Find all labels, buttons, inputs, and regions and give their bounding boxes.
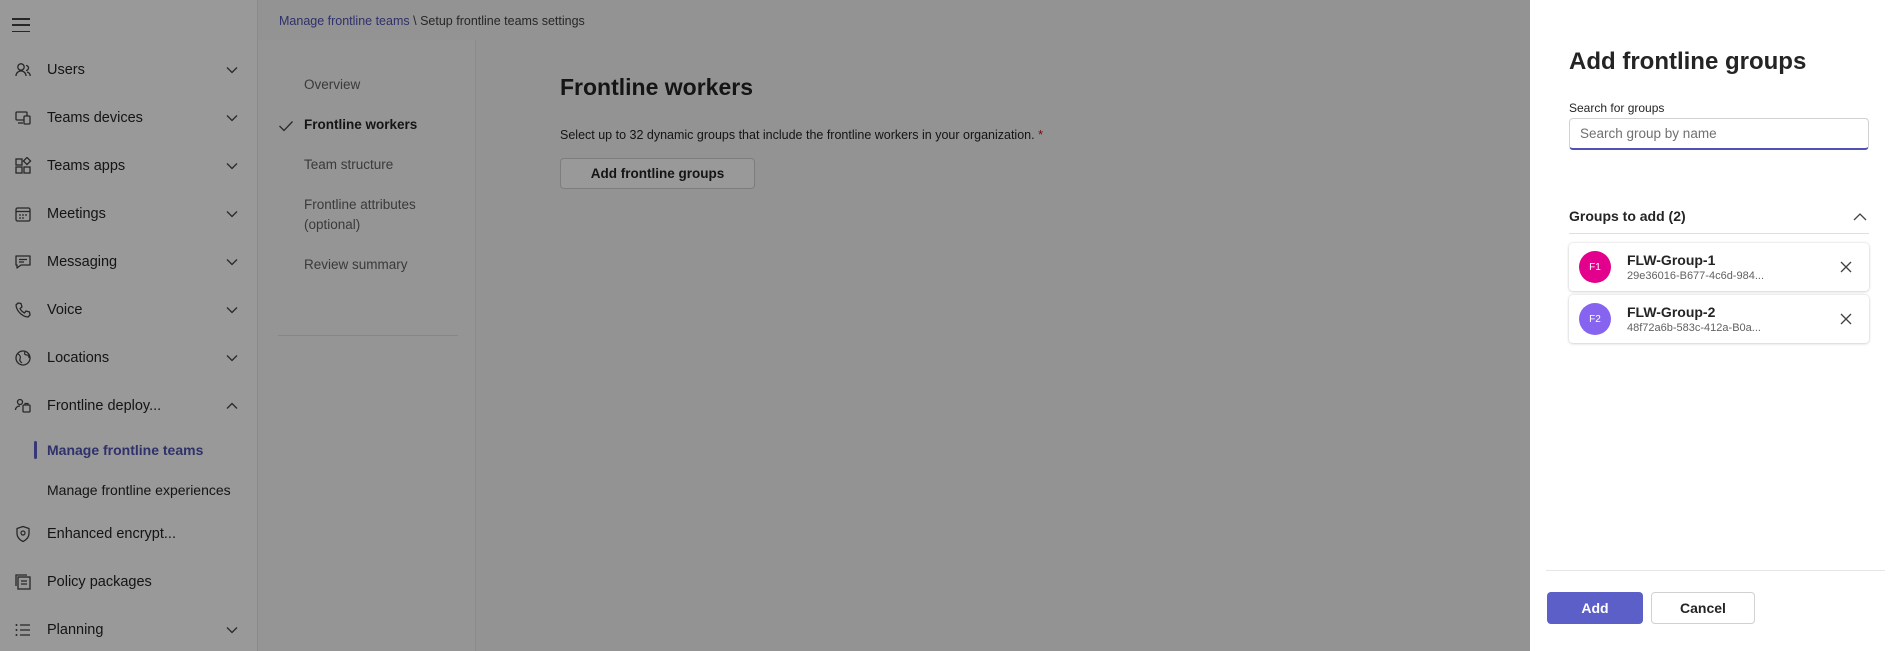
close-icon[interactable] bbox=[1839, 260, 1853, 274]
close-icon[interactable] bbox=[1839, 312, 1853, 326]
add-groups-panel: Add frontline groups Search for groups G… bbox=[1530, 0, 1900, 651]
avatar: F2 bbox=[1579, 303, 1611, 335]
panel-title: Add frontline groups bbox=[1569, 48, 1807, 75]
search-label: Search for groups bbox=[1569, 101, 1665, 115]
avatar: F1 bbox=[1579, 251, 1611, 283]
add-button[interactable]: Add bbox=[1547, 592, 1643, 624]
group-id: 29e36016-B677-4c6d-984... bbox=[1627, 270, 1764, 282]
cancel-button[interactable]: Cancel bbox=[1651, 592, 1755, 624]
group-id: 48f72a6b-583c-412a-B0a... bbox=[1627, 322, 1761, 334]
group-name: FLW-Group-2 bbox=[1627, 304, 1716, 320]
group-card: F2 FLW-Group-2 48f72a6b-583c-412a-B0a... bbox=[1569, 295, 1869, 343]
modal-overlay[interactable] bbox=[0, 0, 1530, 651]
footer-divider bbox=[1546, 570, 1885, 571]
chevron-up-icon[interactable] bbox=[1853, 212, 1867, 221]
groups-to-add-label: Groups to add (2) bbox=[1569, 208, 1686, 224]
group-card: F1 FLW-Group-1 29e36016-B677-4c6d-984... bbox=[1569, 243, 1869, 291]
group-name: FLW-Group-1 bbox=[1627, 252, 1716, 268]
groups-to-add-header[interactable]: Groups to add (2) bbox=[1569, 204, 1869, 234]
search-input[interactable] bbox=[1569, 118, 1869, 150]
